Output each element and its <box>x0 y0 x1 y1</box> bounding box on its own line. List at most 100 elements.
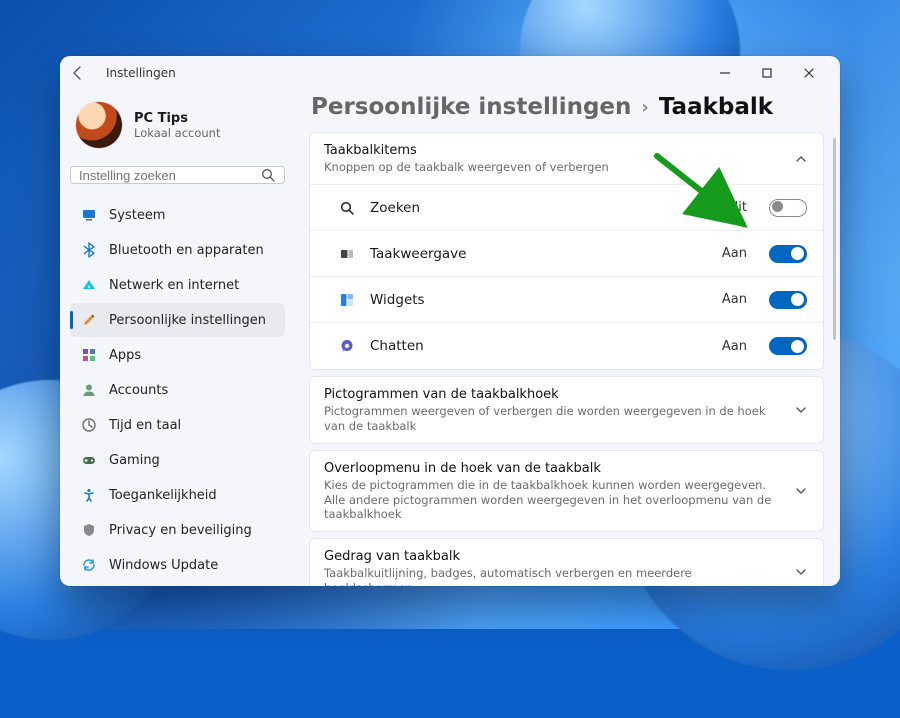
nav-list: Systeem Bluetooth en apparaten Netwerk en … <box>70 198 285 582</box>
gamepad-icon <box>80 451 98 469</box>
maximize-button[interactable] <box>746 58 788 88</box>
section-subtitle: Taakbalkuitlijning, badges, automatisch … <box>324 566 783 586</box>
nav-item-persoonlijke-instellingen[interactable]: Persoonlijke instellingen <box>70 303 285 337</box>
back-button[interactable] <box>70 65 94 81</box>
chevron-down-icon <box>793 402 809 418</box>
section-subtitle: Kies de pictogrammen die in de taakbalkh… <box>324 478 783 521</box>
item-label: Taakweergave <box>370 246 708 262</box>
section-taskbar-items: Taakbalkitems Knoppen op de taakbalk wee… <box>309 132 824 370</box>
toggle-state-label: Aan <box>722 339 747 354</box>
section-title: Overloopmenu in de hoek van de taakbalk <box>324 461 783 476</box>
breadcrumb-separator: › <box>641 97 648 118</box>
search-icon <box>338 199 356 217</box>
nav-item-netwerk-en-internet[interactable]: Netwerk en internet <box>70 268 285 302</box>
toggle-switch[interactable] <box>769 291 807 309</box>
nav-item-toegankelijkheid[interactable]: Toegankelijkheid <box>70 478 285 512</box>
search-icon <box>260 167 276 183</box>
nav-item-label: Gaming <box>109 453 160 468</box>
shield-icon <box>80 521 98 539</box>
taskbar-item-list: ZoekenUitTaakweergaveAanWidgetsAanChatte… <box>310 184 823 369</box>
close-button[interactable] <box>788 58 830 88</box>
item-label: Widgets <box>370 292 708 308</box>
nav-item-windows-update[interactable]: Windows Update <box>70 548 285 582</box>
nav-item-label: Windows Update <box>109 558 218 573</box>
section-title: Pictogrammen van de taakbalkhoek <box>324 387 783 402</box>
nav-item-tijd-en-taal[interactable]: Tijd en taal <box>70 408 285 442</box>
nav-item-label: Netwerk en internet <box>109 278 239 293</box>
settings-search[interactable] <box>70 166 285 184</box>
title-bar: Instellingen <box>60 56 840 90</box>
nav-item-label: Bluetooth en apparaten <box>109 243 264 258</box>
person-icon <box>80 381 98 399</box>
section-subtitle: Pictogrammen weergeven of verbergen die … <box>324 404 783 433</box>
taskbar-item-widgets: Widgets Aan <box>310 277 823 323</box>
breadcrumb-current: Taakbalk <box>659 94 773 120</box>
toggle-switch[interactable] <box>769 199 807 217</box>
back-arrow-icon <box>70 65 86 81</box>
profile-block[interactable]: PC Tips Lokaal account <box>70 96 285 162</box>
nav-item-label: Privacy en beveiliging <box>109 523 252 538</box>
nav-item-label: Persoonlijke instellingen <box>109 313 266 328</box>
toggle-state-label: Aan <box>722 246 747 261</box>
nav-item-label: Tijd en taal <box>109 418 181 433</box>
clock-icon <box>80 416 98 434</box>
settings-window: Instellingen PC Tips Lokaal account Syst… <box>60 56 840 586</box>
nav-item-systeem[interactable]: Systeem <box>70 198 285 232</box>
avatar <box>76 102 122 148</box>
nav-item-bluetooth-en-apparaten[interactable]: Bluetooth en apparaten <box>70 233 285 267</box>
close-icon <box>801 65 817 81</box>
taskbar-item-taakweergave: Taakweergave Aan <box>310 231 823 277</box>
maximize-icon <box>759 65 775 81</box>
section-corner-icons: Pictogrammen van de taakbalkhoek Pictogr… <box>309 376 824 444</box>
item-label: Zoeken <box>370 200 715 216</box>
scrollbar[interactable] <box>833 138 836 576</box>
profile-name: PC Tips <box>134 111 220 126</box>
section-subtitle: Knoppen op de taakbalk weergeven of verb… <box>324 160 783 174</box>
toggle-state-label: Uit <box>729 200 747 215</box>
nav-item-label: Apps <box>109 348 141 363</box>
taskbar-item-chatten: Chatten Aan <box>310 323 823 369</box>
section-header[interactable]: Gedrag van taakbalk Taakbalkuitlijning, … <box>310 539 823 586</box>
toggle-switch[interactable] <box>769 337 807 355</box>
chevron-down-icon <box>793 564 809 580</box>
wifi-icon <box>80 276 98 294</box>
search-input[interactable] <box>79 168 260 183</box>
section-header[interactable]: Overloopmenu in de hoek van de taakbalk … <box>310 451 823 531</box>
section-overflow-menu: Overloopmenu in de hoek van de taakbalk … <box>309 450 824 532</box>
main-panel: Persoonlijke instellingen › Taakbalk Taa… <box>295 90 840 586</box>
apps-icon <box>80 346 98 364</box>
bluetooth-icon <box>80 241 98 259</box>
widgets-icon <box>338 291 356 309</box>
paintbrush-icon <box>80 311 98 329</box>
section-header[interactable]: Taakbalkitems Knoppen op de taakbalk wee… <box>310 133 823 184</box>
profile-subtitle: Lokaal account <box>134 126 220 140</box>
chat-icon <box>338 337 356 355</box>
sidebar: PC Tips Lokaal account Systeem Bluetooth … <box>60 90 295 586</box>
nav-item-label: Systeem <box>109 208 165 223</box>
section-header[interactable]: Pictogrammen van de taakbalkhoek Pictogr… <box>310 377 823 443</box>
window-title: Instellingen <box>106 66 176 80</box>
chevron-up-icon <box>793 151 809 167</box>
breadcrumb: Persoonlijke instellingen › Taakbalk <box>309 92 824 132</box>
section-title: Taakbalkitems <box>324 143 783 158</box>
section-title: Gedrag van taakbalk <box>324 549 783 564</box>
toggle-switch[interactable] <box>769 245 807 263</box>
taskbar-item-zoeken: Zoeken Uit <box>310 185 823 231</box>
nav-item-label: Toegankelijkheid <box>109 488 217 503</box>
toggle-state-label: Aan <box>722 292 747 307</box>
nav-item-label: Accounts <box>109 383 168 398</box>
nav-item-privacy-en-beveiliging[interactable]: Privacy en beveiliging <box>70 513 285 547</box>
display-icon <box>80 206 98 224</box>
item-label: Chatten <box>370 338 708 354</box>
window-controls <box>704 58 830 88</box>
accessibility-icon <box>80 486 98 504</box>
minimize-icon <box>717 65 733 81</box>
minimize-button[interactable] <box>704 58 746 88</box>
taskview-icon <box>338 245 356 263</box>
chevron-down-icon <box>793 483 809 499</box>
nav-item-apps[interactable]: Apps <box>70 338 285 372</box>
nav-item-gaming[interactable]: Gaming <box>70 443 285 477</box>
nav-item-accounts[interactable]: Accounts <box>70 373 285 407</box>
breadcrumb-parent[interactable]: Persoonlijke instellingen <box>311 94 631 120</box>
section-taskbar-behavior: Gedrag van taakbalk Taakbalkuitlijning, … <box>309 538 824 586</box>
